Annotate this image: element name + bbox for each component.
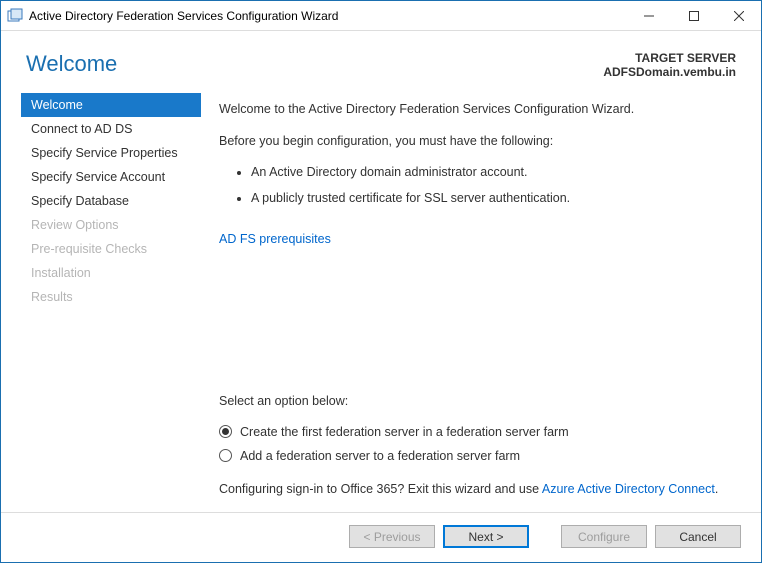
sidebar-item-label: Specify Service Properties: [31, 146, 178, 160]
sidebar-item-review: Review Options: [21, 213, 201, 237]
window-controls: [626, 1, 761, 30]
previous-button: < Previous: [349, 525, 435, 548]
option-label: Add a federation server to a federation …: [240, 449, 520, 463]
footer: < Previous Next > Configure Cancel: [1, 512, 761, 562]
requirement-item: A publicly trusted certificate for SSL s…: [251, 190, 731, 206]
sidebar-item-service-account[interactable]: Specify Service Account: [21, 165, 201, 189]
sidebar-item-label: Welcome: [31, 98, 83, 112]
page-title: Welcome: [26, 51, 603, 77]
header: Welcome TARGET SERVER ADFSDomain.vembu.i…: [1, 31, 761, 93]
sidebar-item-label: Specify Database: [31, 194, 129, 208]
spacer: [219, 262, 731, 393]
sidebar: Welcome Connect to AD DS Specify Service…: [1, 93, 201, 512]
sidebar-item-label: Review Options: [31, 218, 119, 232]
o365-text: Configuring sign-in to Office 365? Exit …: [219, 481, 731, 499]
o365-prefix: Configuring sign-in to Office 365? Exit …: [219, 482, 542, 496]
sidebar-item-label: Specify Service Account: [31, 170, 165, 184]
sidebar-item-connect[interactable]: Connect to AD DS: [21, 117, 201, 141]
requirement-item: An Active Directory domain administrator…: [251, 164, 731, 180]
target-value: ADFSDomain.vembu.in: [603, 65, 736, 79]
sidebar-item-prereq: Pre-requisite Checks: [21, 237, 201, 261]
option-create-first[interactable]: Create the first federation server in a …: [219, 425, 731, 439]
app-icon: [7, 8, 23, 24]
sidebar-item-results: Results: [21, 285, 201, 309]
titlebar: Active Directory Federation Services Con…: [1, 1, 761, 31]
window-title: Active Directory Federation Services Con…: [29, 9, 626, 23]
option-label: Create the first federation server in a …: [240, 425, 569, 439]
sidebar-item-label: Results: [31, 290, 73, 304]
sidebar-item-label: Connect to AD DS: [31, 122, 132, 136]
o365-suffix: .: [715, 482, 718, 496]
sidebar-item-label: Installation: [31, 266, 91, 280]
sidebar-item-database[interactable]: Specify Database: [21, 189, 201, 213]
before-text: Before you begin configuration, you must…: [219, 133, 731, 151]
close-button[interactable]: [716, 1, 761, 30]
select-label: Select an option below:: [219, 393, 731, 411]
requirement-list: An Active Directory domain administrator…: [251, 164, 731, 217]
radio-icon: [219, 449, 232, 462]
target-label: TARGET SERVER: [603, 51, 736, 65]
radio-icon: [219, 425, 232, 438]
button-gap: [537, 525, 553, 548]
prerequisites-link[interactable]: AD FS prerequisites: [219, 232, 331, 246]
content-pane: Welcome to the Active Directory Federati…: [201, 93, 761, 512]
cancel-button[interactable]: Cancel: [655, 525, 741, 548]
maximize-button[interactable]: [671, 1, 716, 30]
sidebar-item-service-properties[interactable]: Specify Service Properties: [21, 141, 201, 165]
configure-button: Configure: [561, 525, 647, 548]
minimize-button[interactable]: [626, 1, 671, 30]
option-add-server[interactable]: Add a federation server to a federation …: [219, 449, 731, 463]
intro-text: Welcome to the Active Directory Federati…: [219, 101, 731, 119]
next-button[interactable]: Next >: [443, 525, 529, 548]
sidebar-item-label: Pre-requisite Checks: [31, 242, 147, 256]
sidebar-item-welcome[interactable]: Welcome: [21, 93, 201, 117]
main-row: Welcome Connect to AD DS Specify Service…: [1, 93, 761, 512]
target-server-info: TARGET SERVER ADFSDomain.vembu.in: [603, 51, 736, 79]
sidebar-item-installation: Installation: [21, 261, 201, 285]
azure-ad-connect-link[interactable]: Azure Active Directory Connect: [542, 482, 715, 496]
